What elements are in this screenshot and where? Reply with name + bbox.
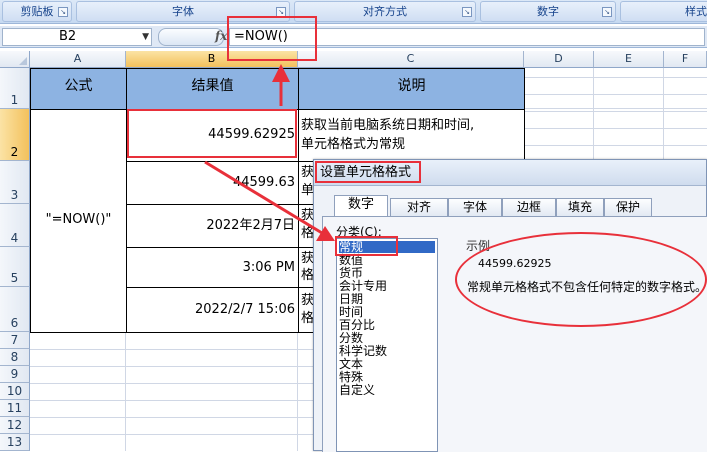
category-item-text[interactable]: 文本: [339, 358, 435, 370]
row-header-8[interactable]: 8: [0, 349, 30, 366]
column-header-d[interactable]: D: [524, 51, 594, 68]
category-item-date[interactable]: 日期: [339, 293, 435, 305]
table-header-formula[interactable]: 公式: [30, 68, 127, 110]
ribbon-group-number[interactable]: 数字 ↘: [480, 1, 616, 22]
category-item-percentage[interactable]: 百分比: [339, 319, 435, 331]
annotation-dialog-title-box: [315, 161, 421, 183]
row-header-2[interactable]: 2: [0, 109, 30, 161]
result-cell-time[interactable]: 3:06 PM: [126, 247, 299, 288]
select-all-icon: [19, 57, 27, 65]
row-header-10[interactable]: 10: [0, 383, 30, 400]
column-header-a[interactable]: A: [30, 51, 126, 68]
category-item-currency[interactable]: 货币: [339, 267, 435, 279]
row-header-4[interactable]: 4: [0, 204, 30, 247]
tab-protection[interactable]: 保护: [604, 198, 652, 216]
table-header-result[interactable]: 结果值: [126, 68, 299, 110]
ribbon-group-styles[interactable]: 样式: [620, 1, 707, 22]
ribbon-group-bar: 剪贴板 ↘ 字体 ↘ 对齐方式 ↘ 数字 ↘ 样式: [0, 0, 707, 24]
formula-merged-cell[interactable]: "=NOW()": [30, 109, 127, 333]
tab-fill[interactable]: 填充: [556, 198, 604, 216]
annotation-category-box: [335, 236, 398, 256]
column-header-c[interactable]: C: [298, 51, 524, 68]
ribbon-group-label: 对齐方式: [363, 5, 407, 18]
description-line: 获取当前电脑系统日期和时间,: [301, 118, 475, 133]
category-item-time[interactable]: 时间: [339, 306, 435, 318]
chevron-down-icon[interactable]: ▼: [142, 29, 149, 45]
row-header-5[interactable]: 5: [0, 247, 30, 287]
dialog-launcher-icon[interactable]: ↘: [58, 7, 68, 17]
tab-number[interactable]: 数字: [334, 195, 388, 217]
select-all-corner[interactable]: [0, 51, 30, 68]
column-header-e[interactable]: E: [594, 51, 664, 68]
ribbon-group-alignment[interactable]: 对齐方式 ↘: [294, 1, 476, 22]
category-item-scientific[interactable]: 科学记数: [339, 345, 435, 357]
tab-border[interactable]: 边框: [502, 198, 556, 216]
ribbon-group-clipboard[interactable]: 剪贴板 ↘: [2, 1, 72, 22]
result-cell-number[interactable]: 44599.63: [126, 161, 299, 205]
name-box-value: B2: [59, 29, 77, 44]
result-cell-datetime[interactable]: 2022/2/7 15:06: [126, 287, 299, 333]
ribbon-group-label: 剪贴板: [20, 5, 54, 18]
category-item-custom[interactable]: 自定义: [339, 384, 435, 396]
annotation-description-ellipse: [455, 232, 707, 327]
dialog-launcher-icon[interactable]: ↘: [462, 7, 472, 17]
category-list[interactable]: 常规 数值 货币 会计专用 日期 时间 百分比 分数 科学记数 文本 特殊 自定…: [336, 238, 438, 452]
result-cell-long-date[interactable]: 2022年2月7日: [126, 204, 299, 248]
table-header-description[interactable]: 说明: [298, 68, 525, 110]
ribbon-group-label: 样式: [685, 5, 707, 18]
row-header-1[interactable]: 1: [0, 68, 30, 109]
insert-function-icon[interactable]: fx: [215, 29, 227, 43]
column-header-f[interactable]: F: [664, 51, 707, 68]
tab-alignment[interactable]: 对齐: [390, 198, 448, 216]
row-header-7[interactable]: 7: [0, 332, 30, 349]
description-line: 单元格格式为常规: [301, 137, 406, 152]
formula-bar: B2 ▼ fx =NOW(): [0, 26, 707, 48]
category-item-fraction[interactable]: 分数: [339, 332, 435, 344]
dialog-launcher-icon[interactable]: ↘: [602, 7, 612, 17]
row-header-13[interactable]: 13: [0, 434, 30, 451]
annotation-result-box: [127, 109, 297, 158]
category-item-accounting[interactable]: 会计专用: [339, 280, 435, 292]
row-header-12[interactable]: 12: [0, 417, 30, 434]
row-header-3[interactable]: 3: [0, 161, 30, 204]
tab-font[interactable]: 字体: [448, 198, 502, 216]
row-header-6[interactable]: 6: [0, 287, 30, 332]
description-cell-general[interactable]: 获取当前电脑系统日期和时间, 单元格格式为常规: [298, 109, 525, 162]
name-box[interactable]: B2 ▼: [2, 28, 152, 46]
row-header-9[interactable]: 9: [0, 366, 30, 383]
annotation-formula-box: [227, 16, 317, 61]
ribbon-group-label: 字体: [172, 5, 194, 18]
row-header-11[interactable]: 11: [0, 400, 30, 417]
category-item-special[interactable]: 特殊: [339, 371, 435, 383]
ribbon-group-label: 数字: [537, 5, 559, 18]
